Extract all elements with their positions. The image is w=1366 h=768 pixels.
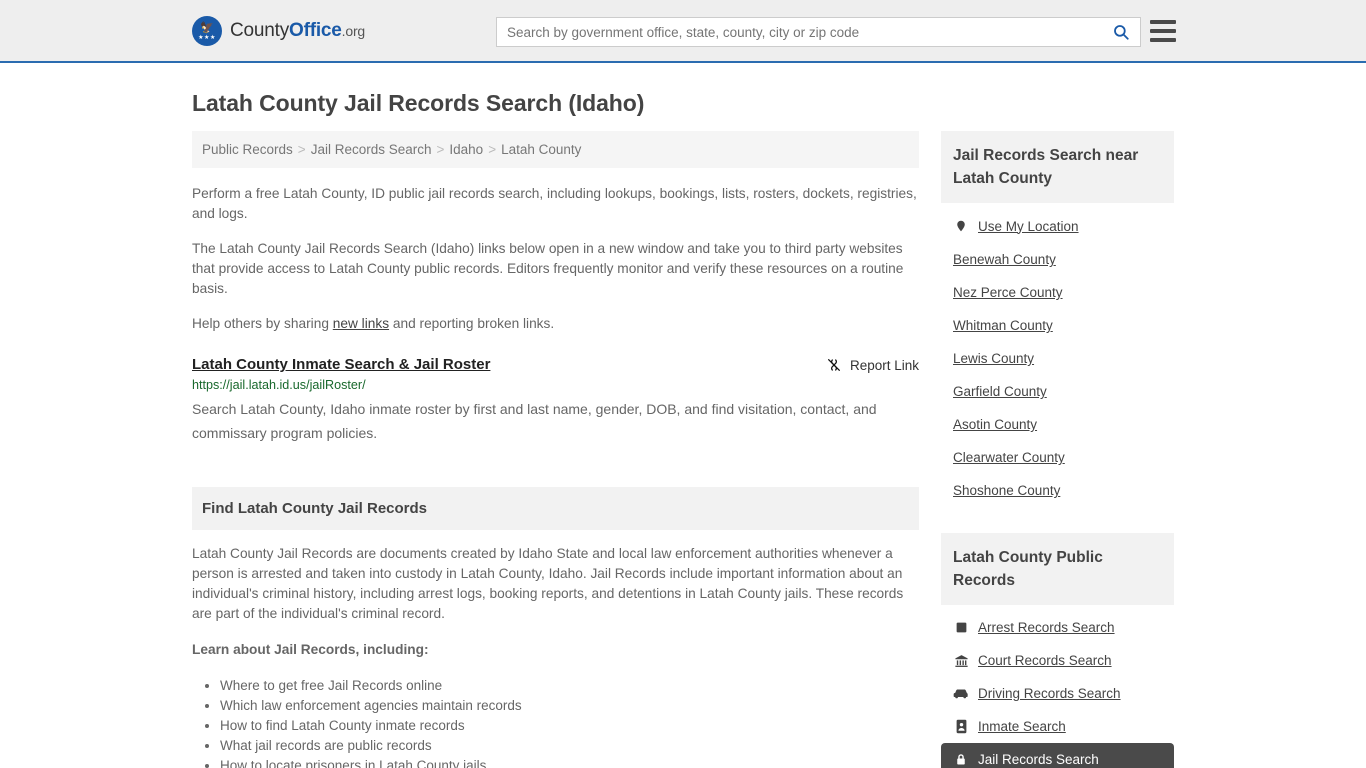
list-item: Where to get free Jail Records online [220,676,919,696]
fingerprint-card-icon [953,621,969,634]
county-link[interactable]: Whitman County [953,318,1053,333]
breadcrumb-separator: > [436,142,445,157]
breadcrumb-item-jail-records-search[interactable]: Jail Records Search [311,142,432,157]
county-link[interactable]: Garfield County [953,384,1047,399]
public-records-section: Latah County Public Records Arrest Recor… [941,533,1174,768]
breadcrumb-separator: > [297,142,306,157]
result-block: Latah County Inmate Search & Jail Roster [192,356,919,445]
find-records-section-heading: Find Latah County Jail Records [192,487,919,530]
learn-about-list: Where to get free Jail Records online Wh… [192,676,919,768]
search-input[interactable] [497,18,1102,46]
logo-county-text: County [230,19,290,41]
result-title-link[interactable]: Latah County Inmate Search & Jail Roster [192,356,490,373]
lock-icon [953,752,969,767]
public-record-link[interactable]: Driving Records Search [978,686,1121,701]
public-record-link[interactable]: Court Records Search [978,653,1112,668]
courthouse-icon [953,654,969,668]
sidebar-item-garfield-county[interactable]: Garfield County [941,375,1174,408]
page-container: Latah County Jail Records Search (Idaho)… [0,90,1366,768]
public-record-link[interactable]: Inmate Search [978,719,1066,734]
share-suffix-text: and reporting broken links. [389,316,555,331]
sidebar: Jail Records Search near Latah County Us… [941,131,1174,768]
breadcrumb-item-latah-county[interactable]: Latah County [501,142,581,157]
hamburger-bar [1150,38,1176,42]
share-paragraph: Help others by sharing new links and rep… [192,314,919,334]
breadcrumb-item-public-records[interactable]: Public Records [202,142,293,157]
eagle-glyph: 🦅 [200,21,214,34]
car-icon [953,688,969,699]
search-bar [496,17,1141,47]
county-link[interactable]: Lewis County [953,351,1034,366]
id-card-icon [953,719,969,734]
eagle-icon: 🦅 ★★★ [192,15,222,46]
list-item: How to locate prisoners in Latah County … [220,756,919,768]
learn-about-label: Learn about Jail Records, including: [192,642,429,657]
intro-paragraph-2: The Latah County Jail Records Search (Id… [192,241,904,296]
intro-paragraph-1: Perform a free Latah County, ID public j… [192,186,917,221]
share-prefix-text: Help others by sharing [192,316,333,331]
logo-wordmark: CountyOffice.org [230,20,365,42]
content-row: Public Records > Jail Records Search > Idaho… [192,131,1174,768]
list-item: How to find Latah County inmate records [220,716,919,736]
use-my-location-link[interactable]: Use My Location [978,219,1079,234]
sidebar-item-clearwater-county[interactable]: Clearwater County [941,441,1174,474]
result-description: Search Latah County, Idaho inmate roster… [192,401,877,441]
search-button[interactable] [1102,18,1140,46]
sidebar-item-use-my-location[interactable]: Use My Location [941,209,1174,243]
county-link[interactable]: Nez Perce County [953,285,1063,300]
public-records-heading: Latah County Public Records [941,533,1174,605]
nearby-county-list: Use My Location Benewah County Nez Perce… [941,209,1174,507]
logo-tld-text: .org [341,22,366,39]
public-record-link[interactable]: Arrest Records Search [978,620,1115,635]
sidebar-item-nez-perce-county[interactable]: Nez Perce County [941,276,1174,309]
sidebar-item-whitman-county[interactable]: Whitman County [941,309,1174,342]
list-item: Which law enforcement agencies maintain … [220,696,919,716]
county-link[interactable]: Benewah County [953,252,1056,267]
find-records-paragraph: Latah County Jail Records are documents … [192,546,904,621]
sidebar-item-benewah-county[interactable]: Benewah County [941,243,1174,276]
nearby-section-heading: Jail Records Search near Latah County [941,131,1174,203]
sidebar-item-jail-records-search[interactable]: Jail Records Search [941,743,1174,768]
breadcrumb-item-idaho[interactable]: Idaho [449,142,483,157]
hamburger-menu-icon[interactable] [1150,20,1176,42]
public-record-link[interactable]: Jail Records Search [978,752,1099,767]
report-link-label: Report Link [849,357,919,373]
page-title: Latah County Jail Records Search (Idaho) [192,90,645,116]
county-link[interactable]: Shoshone County [953,483,1060,498]
sidebar-item-arrest-records-search[interactable]: Arrest Records Search [941,611,1174,644]
county-link[interactable]: Clearwater County [953,450,1065,465]
search-icon [1114,25,1129,40]
site-header: 🦅 ★★★ CountyOffice.org [0,0,1366,63]
sidebar-item-shoshone-county[interactable]: Shoshone County [941,474,1174,507]
sidebar-item-driving-records-search[interactable]: Driving Records Search [941,677,1174,710]
logo-office-text: Office [289,19,342,41]
county-link[interactable]: Asotin County [953,417,1037,432]
main-column: Public Records > Jail Records Search > Idaho… [192,131,919,768]
result-header-row: Latah County Inmate Search & Jail Roster [192,356,919,373]
hamburger-bar [1150,20,1176,24]
sidebar-item-inmate-search[interactable]: Inmate Search [941,710,1174,743]
list-item: What jail records are public records [220,736,919,756]
stars-glyph: ★★★ [198,34,216,41]
public-records-list: Arrest Records Search Court Records Sear… [941,611,1174,768]
result-url: https://jail.latah.id.us/jailRoster/ [192,378,366,392]
map-pin-icon [953,218,969,234]
breadcrumb: Public Records > Jail Records Search > Idaho… [192,131,919,168]
site-logo[interactable]: 🦅 ★★★ CountyOffice.org [192,15,365,46]
find-records-section-body: Latah County Jail Records are documents … [192,530,919,768]
breadcrumb-separator: > [488,142,497,157]
sidebar-item-court-records-search[interactable]: Court Records Search [941,644,1174,677]
report-link-button[interactable]: Report Link [826,357,919,373]
new-links-link[interactable]: new links [333,316,389,331]
broken-link-icon [826,357,842,373]
sidebar-item-lewis-county[interactable]: Lewis County [941,342,1174,375]
hamburger-bar [1150,29,1176,33]
sidebar-item-asotin-county[interactable]: Asotin County [941,408,1174,441]
